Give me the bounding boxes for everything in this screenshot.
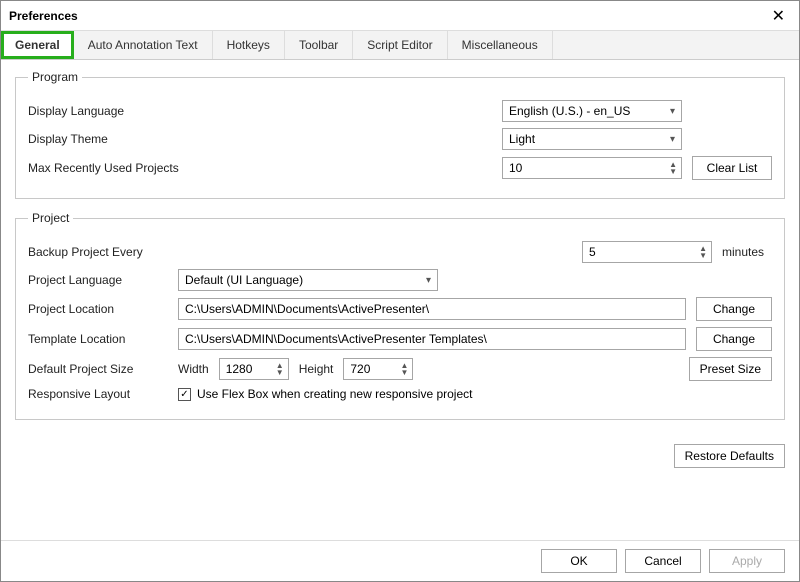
- tab-auto-annotation-text[interactable]: Auto Annotation Text: [74, 31, 213, 59]
- window-title: Preferences: [9, 9, 766, 23]
- project-language-label: Project Language: [28, 273, 168, 287]
- cancel-button[interactable]: Cancel: [625, 549, 701, 573]
- max-recent-label: Max Recently Used Projects: [28, 161, 228, 175]
- titlebar: Preferences ✕: [1, 1, 799, 31]
- apply-button[interactable]: Apply: [709, 549, 785, 573]
- spinner-buttons-icon[interactable]: ▲▼: [276, 362, 284, 376]
- tab-general[interactable]: General: [1, 31, 74, 59]
- responsive-checkbox-wrap[interactable]: ✓ Use Flex Box when creating new respons…: [178, 387, 472, 401]
- display-theme-select[interactable]: Light ▾: [502, 128, 682, 150]
- template-location-input[interactable]: C:\Users\ADMIN\Documents\ActivePresenter…: [178, 328, 686, 350]
- chevron-down-icon: ▾: [670, 134, 675, 145]
- tab-hotkeys[interactable]: Hotkeys: [213, 31, 285, 59]
- max-recent-spinner[interactable]: 10 ▲▼: [502, 157, 682, 179]
- display-language-select[interactable]: English (U.S.) - en_US ▾: [502, 100, 682, 122]
- project-group: Project Backup Project Every 5 ▲▼ minute…: [15, 211, 785, 420]
- width-value: 1280: [226, 362, 253, 376]
- project-location-input[interactable]: C:\Users\ADMIN\Documents\ActivePresenter…: [178, 298, 686, 320]
- project-location-value: C:\Users\ADMIN\Documents\ActivePresenter…: [185, 302, 429, 316]
- program-legend: Program: [28, 70, 82, 84]
- height-spinner[interactable]: 720 ▲▼: [343, 358, 413, 380]
- content-area: Program Display Language English (U.S.) …: [1, 60, 799, 540]
- ok-button[interactable]: OK: [541, 549, 617, 573]
- width-label: Width: [178, 362, 209, 376]
- restore-defaults-button[interactable]: Restore Defaults: [674, 444, 785, 468]
- tab-bar: General Auto Annotation Text Hotkeys Too…: [1, 31, 799, 60]
- height-label: Height: [299, 362, 334, 376]
- max-recent-value: 10: [509, 161, 522, 175]
- clear-list-button[interactable]: Clear List: [692, 156, 772, 180]
- backup-interval-spinner[interactable]: 5 ▲▼: [582, 241, 712, 263]
- close-icon[interactable]: ✕: [766, 6, 791, 26]
- tab-script-editor[interactable]: Script Editor: [353, 31, 447, 59]
- spinner-buttons-icon[interactable]: ▲▼: [699, 245, 707, 259]
- preferences-window: Preferences ✕ General Auto Annotation Te…: [0, 0, 800, 582]
- display-language-label: Display Language: [28, 104, 198, 118]
- checkbox-icon[interactable]: ✓: [178, 388, 191, 401]
- width-spinner[interactable]: 1280 ▲▼: [219, 358, 289, 380]
- chevron-down-icon: ▾: [426, 275, 431, 286]
- backup-value: 5: [589, 245, 596, 259]
- responsive-checkbox-label: Use Flex Box when creating new responsiv…: [197, 387, 472, 401]
- project-language-select[interactable]: Default (UI Language) ▾: [178, 269, 438, 291]
- template-location-label: Template Location: [28, 332, 168, 346]
- responsive-layout-label: Responsive Layout: [28, 387, 168, 401]
- project-location-label: Project Location: [28, 302, 168, 316]
- project-language-value: Default (UI Language): [185, 273, 303, 287]
- preset-size-button[interactable]: Preset Size: [689, 357, 772, 381]
- project-legend: Project: [28, 211, 73, 225]
- spinner-buttons-icon[interactable]: ▲▼: [669, 161, 677, 175]
- template-location-value: C:\Users\ADMIN\Documents\ActivePresenter…: [185, 332, 487, 346]
- backup-label: Backup Project Every: [28, 245, 198, 259]
- change-template-location-button[interactable]: Change: [696, 327, 772, 351]
- height-value: 720: [350, 362, 370, 376]
- tab-miscellaneous[interactable]: Miscellaneous: [448, 31, 553, 59]
- program-group: Program Display Language English (U.S.) …: [15, 70, 785, 199]
- chevron-down-icon: ▾: [670, 106, 675, 117]
- dialog-footer: OK Cancel Apply: [1, 540, 799, 581]
- display-theme-label: Display Theme: [28, 132, 198, 146]
- spinner-buttons-icon[interactable]: ▲▼: [400, 362, 408, 376]
- tab-toolbar[interactable]: Toolbar: [285, 31, 353, 59]
- display-theme-value: Light: [509, 132, 535, 146]
- default-project-size-label: Default Project Size: [28, 362, 168, 376]
- backup-unit-label: minutes: [722, 245, 772, 259]
- display-language-value: English (U.S.) - en_US: [509, 104, 630, 118]
- change-project-location-button[interactable]: Change: [696, 297, 772, 321]
